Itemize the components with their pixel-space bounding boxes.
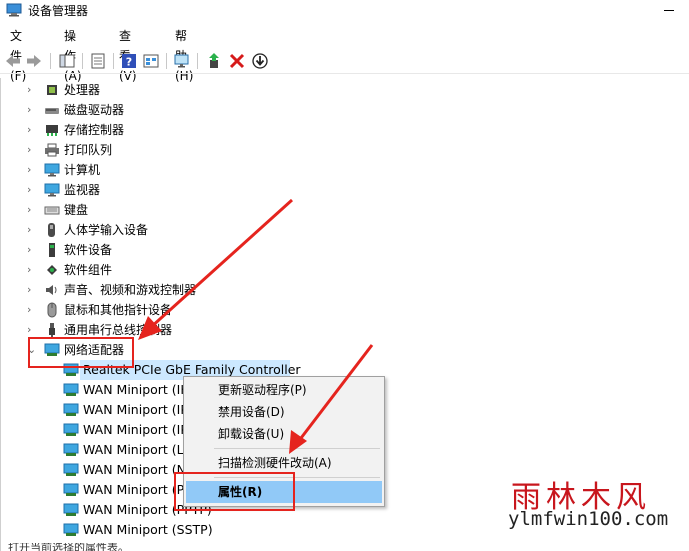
status-bar: 打开当前选择的属性表。 [0,543,689,551]
annotation-arrow-to-scan [296,344,374,443]
watermark-url: ylmfwin100.com [508,508,669,530]
status-text: 打开当前选择的属性表。 [8,543,129,551]
annotation-arrows [138,198,374,454]
annotation-arrow-to-adapter [148,198,294,330]
